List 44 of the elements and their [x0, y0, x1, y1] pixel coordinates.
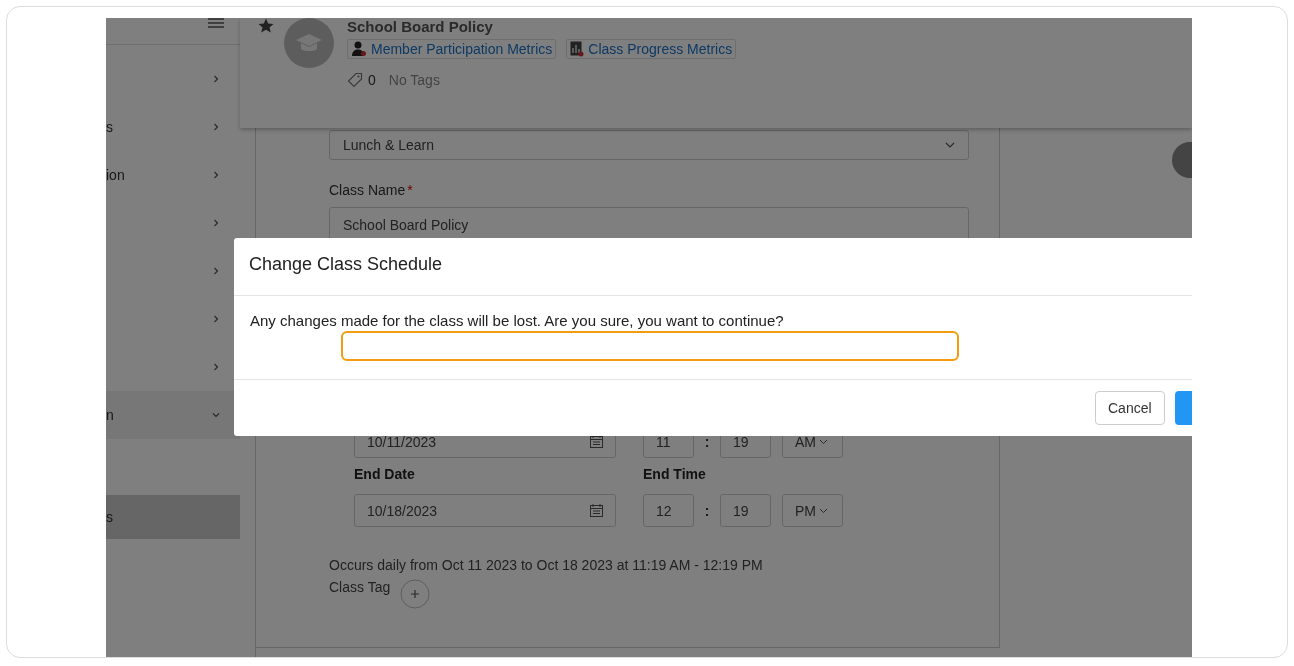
tags-text: No Tags	[388, 72, 440, 88]
chevron-icon	[212, 171, 220, 179]
dialog-message: Any changes made for the class will be lost. Are you sure, you want to continue?	[250, 312, 784, 329]
tag-icon	[347, 72, 363, 88]
cancel-button[interactable]: Cancel	[1095, 391, 1165, 425]
chevron-icon	[945, 142, 955, 148]
chevron-icon	[212, 219, 220, 227]
chevron-icon	[819, 507, 828, 514]
class-type-select[interactable]: Lunch & Learn	[329, 130, 969, 160]
chevron-icon	[212, 315, 220, 323]
required-mark: *	[407, 182, 413, 198]
sidebar-item[interactable]: s	[106, 103, 240, 151]
chevron-icon	[212, 411, 220, 419]
graduation-cap-icon	[284, 18, 334, 68]
field-label: End Time	[643, 466, 706, 482]
chevron-icon	[212, 363, 220, 371]
field-label: End Date	[354, 466, 416, 482]
time-separator: :	[703, 502, 711, 519]
metrics-link[interactable]: Class Progress Metrics	[566, 39, 737, 59]
class-title: School Board Policy	[347, 18, 494, 36]
chevron-icon	[819, 438, 828, 445]
star-icon[interactable]	[258, 18, 274, 34]
tag-count: 0	[368, 72, 376, 88]
schedule-summary: Occurs daily from Oct 11 2023 to Oct 18 2023 at 11:19 AM - 12:19 PM	[329, 557, 764, 573]
calendar-icon	[590, 435, 603, 448]
report-icon	[570, 41, 585, 57]
hour-field[interactable]: 12	[643, 494, 694, 527]
time-separator: :	[703, 433, 711, 450]
chevron-icon	[212, 123, 220, 131]
sidebar-subitem[interactable]: s	[106, 495, 240, 539]
metrics-link[interactable]: Member Participation Metrics	[347, 39, 557, 59]
calendar-icon	[590, 504, 603, 517]
sidebar-item[interactable]: ion	[106, 151, 240, 199]
minute-field[interactable]: 19	[720, 494, 771, 527]
chevron-icon	[212, 75, 220, 83]
chevron-icon	[212, 267, 220, 275]
date-field[interactable]: 10/18/2023	[354, 494, 616, 527]
period-select[interactable]: PM	[782, 494, 843, 527]
menu-icon[interactable]	[208, 18, 224, 28]
person-icon	[351, 41, 367, 57]
sidebar-item[interactable]: n	[106, 391, 240, 439]
field-label: Class Name	[329, 182, 406, 198]
field-label: Class Tag	[329, 579, 391, 595]
add-icon[interactable]	[400, 579, 431, 609]
